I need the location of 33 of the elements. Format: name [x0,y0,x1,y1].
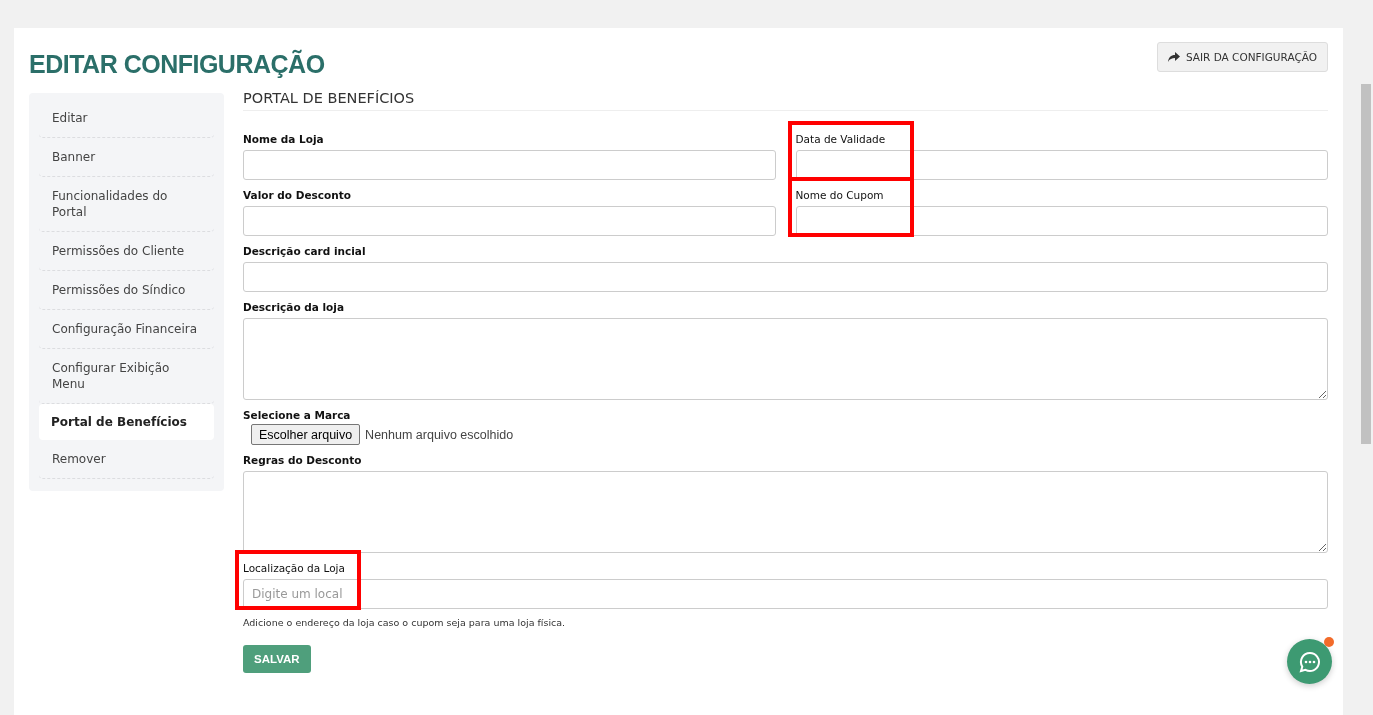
exit-button[interactable]: SAIR DA CONFIGURAÇÃO [1156,42,1328,72]
share-arrow-icon [1167,52,1180,62]
text-area[interactable] [243,318,1328,400]
text-input[interactable] [795,150,1328,180]
field-label: Nome do Cupom [795,189,885,201]
field-label: Nome da Loja [243,133,325,145]
sidebar-item[interactable]: Banner [39,138,214,177]
text-area[interactable] [243,471,1328,553]
section-title: PORTAL DE BENEFÍCIOS [243,90,1328,111]
sidebar-item[interactable]: Permissões do Síndico [39,271,214,310]
file-status: Nenhum arquivo escolhido [365,427,514,442]
text-input[interactable]: Digite um local [243,579,1328,609]
sidebar-item[interactable]: Editar [39,99,214,138]
chat-bubble-icon [1298,650,1321,673]
sidebar-item[interactable]: Configuração Financeira [39,310,214,349]
field-label: Descrição da loja [243,301,346,313]
text-input[interactable] [243,262,1328,292]
help-text: Adicione o endereço da loja caso o cupom seja para uma loja física. [243,617,567,628]
sidebar-item[interactable]: Remover [39,440,214,479]
field-label: Regras do Desconto [243,454,363,466]
field-label: Valor do Desconto [243,189,352,201]
text-input[interactable] [243,150,776,180]
sidebar-item[interactable]: Portal de Benefícios [39,404,214,440]
field-label: Localização da Loja [243,562,346,574]
text-input[interactable] [795,206,1328,236]
sidebar-item[interactable]: Funcionalidades do Portal [39,177,214,232]
field-label: Descrição card incial [243,245,367,257]
field-label: Selecione a Marca [243,409,352,421]
page-title: EDITAR CONFIGURAÇÃO [29,50,325,79]
text-input[interactable] [243,206,776,236]
choose-file-button[interactable]: Escolher arquivo [251,424,361,445]
sidebar-item[interactable]: Permissões do Cliente [39,232,214,271]
field-label: Data de Validade [795,133,887,145]
